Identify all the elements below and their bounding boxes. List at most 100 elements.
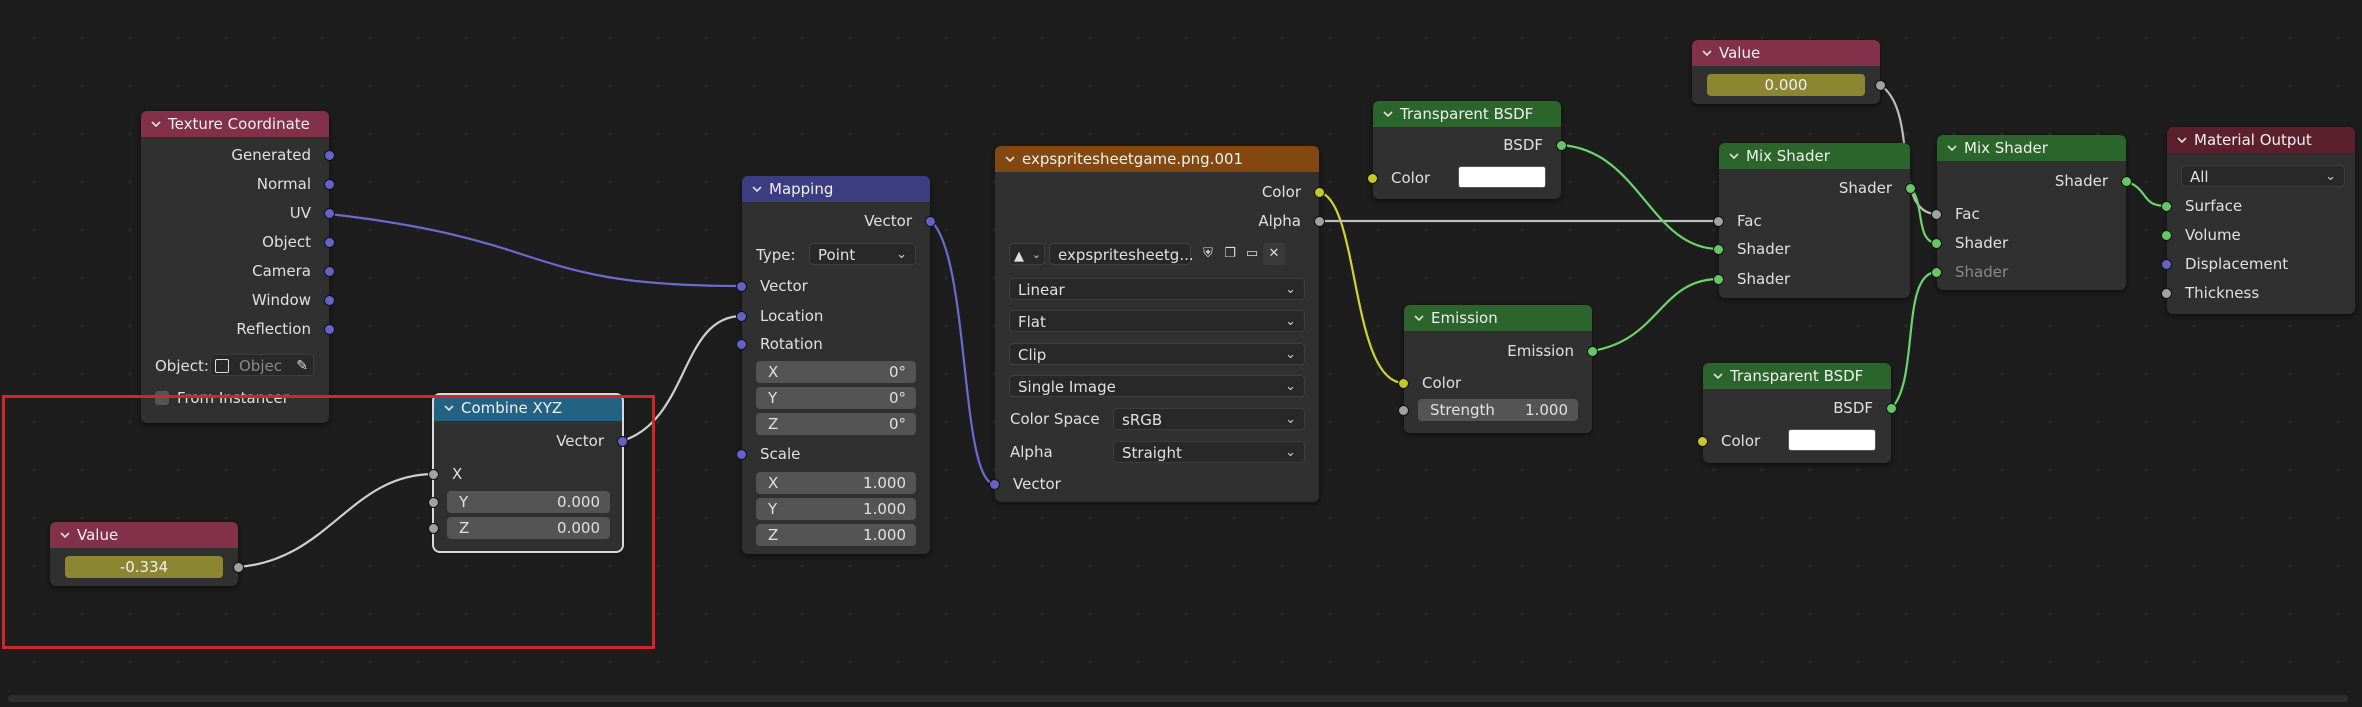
fake-user-shield-icon[interactable]: ⛨: [1197, 243, 1219, 265]
chevron-down-icon[interactable]: [1005, 156, 1015, 163]
node-header[interactable]: Transparent BSDF: [1373, 101, 1561, 127]
input-socket[interactable]: [1367, 173, 1378, 184]
horizontal-scrollbar[interactable]: [8, 695, 2348, 702]
output-socket[interactable]: [324, 295, 335, 306]
input-socket[interactable]: [2161, 230, 2172, 241]
scale-z-field[interactable]: Z 1.000: [756, 524, 916, 546]
duplicate-icon[interactable]: ❐: [1219, 243, 1241, 265]
emission-node[interactable]: Emission Emission Color Strength 1.000: [1398, 305, 1598, 433]
chevron-down-icon[interactable]: [1383, 111, 1393, 118]
transparent-bsdf-node-bottom[interactable]: Transparent BSDF BSDF Color: [1697, 363, 1897, 463]
input-socket[interactable]: [2161, 259, 2172, 270]
mix-shader-node-2[interactable]: Mix Shader Shader Fac Shader Shader: [1931, 135, 2132, 290]
input-socket[interactable]: [1713, 216, 1724, 227]
chevron-down-icon[interactable]: [1729, 153, 1739, 160]
chevron-down-icon[interactable]: [1414, 315, 1424, 322]
input-socket[interactable]: [1713, 244, 1724, 255]
input-socket[interactable]: [736, 281, 747, 292]
chevron-down-icon[interactable]: [752, 186, 762, 193]
input-socket[interactable]: [989, 479, 1000, 490]
output-socket[interactable]: [324, 324, 335, 335]
open-folder-icon[interactable]: ▭: [1241, 243, 1263, 265]
input-socket[interactable]: [2161, 201, 2172, 212]
node-header[interactable]: Material Output: [2167, 127, 2355, 153]
rotation-z-field[interactable]: Z 0°: [756, 413, 916, 435]
socket-label: Emission: [1507, 342, 1574, 360]
input-socket[interactable]: [1931, 267, 1942, 278]
node-header[interactable]: Value: [1692, 40, 1880, 66]
image-name-field[interactable]: expspritesheetg...: [1049, 243, 1194, 265]
output-socket[interactable]: [1587, 346, 1598, 357]
input-socket[interactable]: [1398, 378, 1409, 389]
extension-dropdown[interactable]: Clip ⌄: [1009, 343, 1305, 365]
output-socket[interactable]: [1314, 216, 1325, 227]
chevron-down-icon[interactable]: [1702, 50, 1712, 57]
socket-label: Shader: [1955, 263, 2009, 281]
node-header[interactable]: Transparent BSDF: [1703, 363, 1891, 389]
value-node-top[interactable]: Value 0.000: [1692, 40, 1886, 104]
close-icon[interactable]: ✕: [1263, 243, 1285, 265]
output-socket[interactable]: [1886, 403, 1897, 414]
output-socket[interactable]: [925, 216, 936, 227]
socket-label: Object: [262, 233, 311, 251]
input-socket[interactable]: [736, 339, 747, 350]
input-socket[interactable]: [1713, 274, 1724, 285]
target-dropdown[interactable]: All ⌄: [2181, 165, 2345, 187]
type-dropdown[interactable]: Point ⌄: [809, 243, 916, 265]
color-swatch[interactable]: [1458, 166, 1546, 188]
node-header[interactable]: Mapping: [742, 176, 930, 202]
material-output-node[interactable]: Material Output All ⌄ Surface Volume Disp…: [2161, 127, 2355, 314]
node-header[interactable]: Emission: [1404, 305, 1592, 331]
alpha-dropdown[interactable]: Straight ⌄: [1113, 441, 1305, 463]
output-socket[interactable]: [324, 266, 335, 277]
chevron-down-icon[interactable]: [151, 121, 161, 128]
output-socket[interactable]: [1556, 140, 1567, 151]
input-socket[interactable]: [736, 311, 747, 322]
output-socket[interactable]: [1875, 80, 1886, 91]
input-socket[interactable]: [1697, 436, 1708, 447]
scale-x-field[interactable]: X 1.000: [756, 472, 916, 494]
source-dropdown[interactable]: Single Image ⌄: [1009, 375, 1305, 397]
strength-field[interactable]: Strength 1.000: [1418, 399, 1578, 421]
node-title: expspritesheetgame.png.001: [1022, 150, 1244, 168]
input-socket[interactable]: [1931, 238, 1942, 249]
input-socket[interactable]: [1931, 209, 1942, 220]
image-texture-node[interactable]: expspritesheetgame.png.001 Color Alpha ▲…: [989, 146, 1325, 502]
output-socket[interactable]: [324, 179, 335, 190]
output-socket[interactable]: [324, 150, 335, 161]
object-field[interactable]: Objec ✎: [210, 354, 314, 376]
chevron-down-icon[interactable]: [2177, 137, 2187, 144]
output-socket[interactable]: [1905, 183, 1916, 194]
input-socket[interactable]: [736, 449, 747, 460]
output-camera: Camera: [141, 261, 335, 281]
scale-y-field[interactable]: Y 1.000: [756, 498, 916, 520]
rotation-x-field[interactable]: X 0°: [756, 361, 916, 383]
input-socket[interactable]: [2161, 288, 2172, 299]
node-header[interactable]: expspritesheetgame.png.001: [995, 146, 1319, 172]
output-socket[interactable]: [2121, 176, 2132, 187]
mapping-node[interactable]: Mapping Vector Type: Point ⌄ Vector Locat…: [736, 176, 936, 554]
texture-coordinate-node[interactable]: Texture Coordinate Generated Normal UV O…: [141, 111, 335, 423]
node-header[interactable]: Mix Shader: [1937, 135, 2126, 161]
socket-label: Volume: [2185, 226, 2241, 244]
rotation-y-field[interactable]: Y 0°: [756, 387, 916, 409]
image-browse-button[interactable]: ▲ ⌄: [1009, 243, 1045, 265]
output-socket[interactable]: [1314, 187, 1325, 198]
eyedropper-icon[interactable]: ✎: [296, 355, 308, 377]
chevron-down-icon[interactable]: [1713, 373, 1723, 380]
projection-dropdown[interactable]: Flat ⌄: [1009, 310, 1305, 332]
output-socket[interactable]: [324, 237, 335, 248]
input-socket[interactable]: [1398, 405, 1409, 416]
node-header[interactable]: Mix Shader: [1719, 143, 1910, 169]
value-field[interactable]: 0.000: [1707, 74, 1865, 96]
mix-shader-node-1[interactable]: Mix Shader Shader Fac Shader Shader: [1713, 143, 1916, 298]
color-swatch[interactable]: [1788, 429, 1876, 451]
node-header[interactable]: Texture Coordinate: [141, 111, 329, 137]
color-space-dropdown[interactable]: sRGB ⌄: [1113, 408, 1305, 430]
interpolation-dropdown[interactable]: Linear ⌄: [1009, 278, 1305, 300]
color-space-label: Color Space: [1010, 410, 1100, 428]
output-socket[interactable]: [324, 208, 335, 219]
chevron-down-icon[interactable]: [1947, 145, 1957, 152]
transparent-bsdf-node-top[interactable]: Transparent BSDF BSDF Color: [1367, 101, 1567, 199]
socket-label: Color: [1422, 374, 1462, 392]
